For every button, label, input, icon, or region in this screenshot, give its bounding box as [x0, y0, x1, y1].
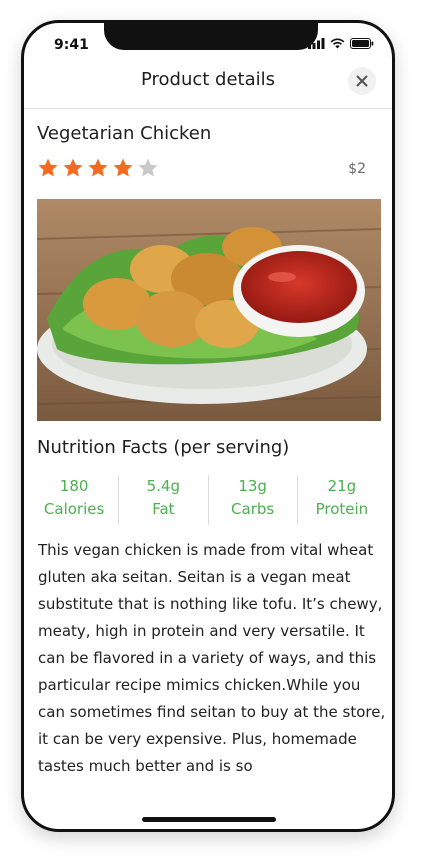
close-button[interactable] [348, 67, 376, 95]
product-name: Vegetarian Chicken [37, 123, 212, 144]
nutrition-title: Nutrition Facts (per serving) [37, 437, 290, 458]
battery-icon [350, 38, 374, 49]
nutrient-label: Calories [43, 500, 105, 518]
nutrient-value: 180 [59, 477, 89, 495]
star-empty-icon [138, 158, 158, 177]
nutrient-carbs: 13g Carbs [209, 475, 298, 525]
wifi-icon [330, 38, 345, 49]
star-filled-icon [88, 158, 108, 177]
product-description: This vegan chicken is made from vital wh… [38, 541, 386, 775]
star-filled-icon [113, 158, 133, 177]
nutrient-value: 13g [238, 477, 267, 495]
status-time: 9:41 [54, 37, 89, 53]
nutrient-label: Fat [152, 500, 175, 518]
page-title: Product details [140, 69, 276, 90]
nutrition-facts: 180 Calories 5.4g Fat 13g Carbs 21g Prot… [30, 475, 386, 525]
nutrient-label: Carbs [231, 500, 275, 518]
nutrient-label: Protein [315, 500, 369, 518]
notch [104, 23, 318, 50]
nutrient-protein: 21g Protein [298, 475, 386, 525]
nutrient-value: 5.4g [146, 477, 181, 495]
home-indicator[interactable] [142, 817, 276, 822]
product-price: $2 [348, 161, 366, 177]
header-bar: Product details [24, 65, 392, 109]
phone-frame: 9:41 Product details Vegetarian Chicken [21, 20, 395, 832]
nutrient-fat: 5.4g Fat [119, 475, 209, 525]
product-image [37, 199, 381, 421]
status-icons [308, 38, 374, 49]
star-filled-icon [38, 158, 58, 177]
close-icon [356, 75, 368, 87]
signal-icon [308, 38, 325, 49]
star-filled-icon [63, 158, 83, 177]
nutrient-calories: 180 Calories [30, 475, 120, 525]
nutrient-value: 21g [327, 477, 357, 495]
star-rating [37, 157, 159, 179]
